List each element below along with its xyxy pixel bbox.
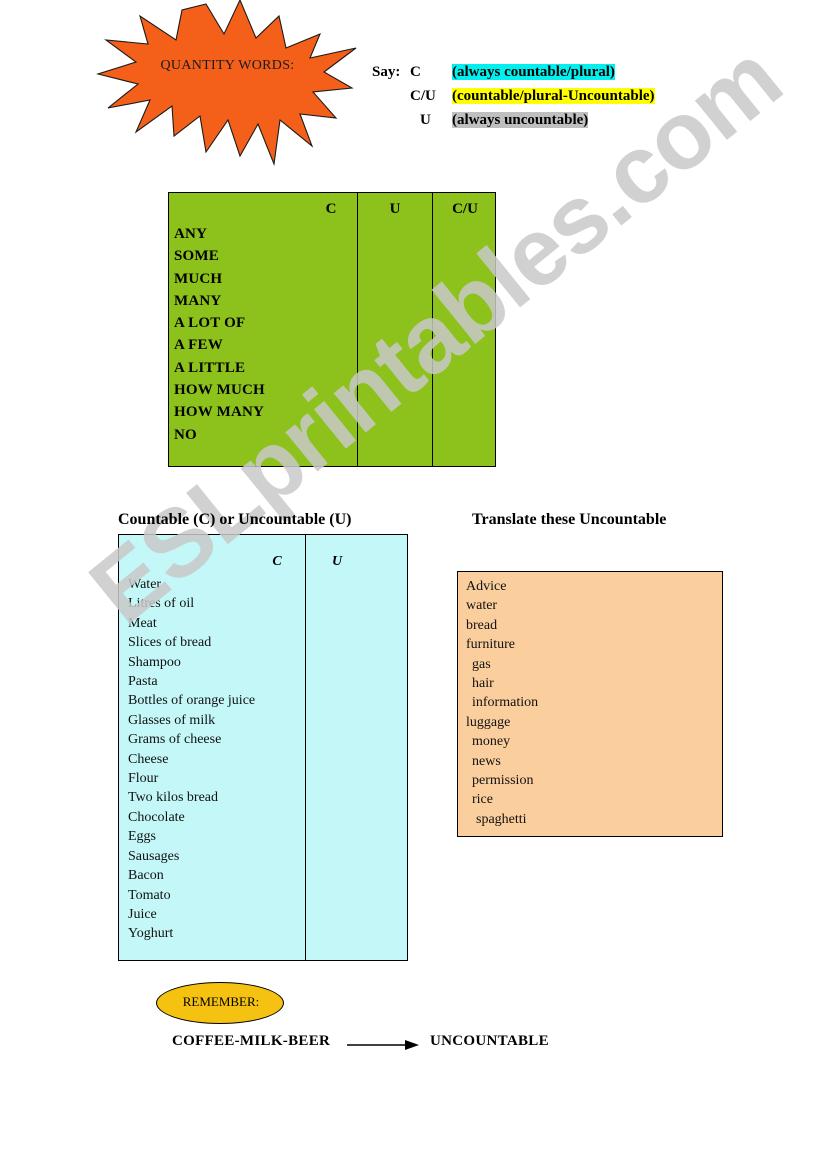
list-item[interactable]: Shampoo bbox=[128, 653, 255, 672]
list-item[interactable]: Advice bbox=[466, 577, 538, 596]
list-item[interactable]: Slices of bread bbox=[128, 633, 255, 652]
column-divider bbox=[357, 193, 358, 466]
list-item[interactable]: permission bbox=[466, 771, 538, 790]
legend-code-c: C bbox=[410, 64, 421, 80]
list-item[interactable]: Yoghurt bbox=[128, 924, 255, 943]
list-item[interactable]: furniture bbox=[466, 635, 538, 654]
quantity-word-item[interactable]: A LOT OF bbox=[174, 312, 265, 334]
legend-desc-c: (always countable/plural) bbox=[452, 64, 615, 80]
starburst-shape-icon bbox=[95, 0, 357, 167]
list-item[interactable]: Grams of cheese bbox=[128, 730, 255, 749]
list-item[interactable]: Litres of oil bbox=[128, 594, 255, 613]
column-divider bbox=[432, 193, 433, 466]
remember-badge: REMEMBER: bbox=[156, 982, 284, 1024]
list-item[interactable]: Chocolate bbox=[128, 808, 255, 827]
list-item[interactable]: water bbox=[466, 596, 538, 615]
legend-row: C/U (countable/plural-Uncountable) bbox=[372, 84, 655, 108]
list-item[interactable]: Flour bbox=[128, 769, 255, 788]
quantity-word-item[interactable]: HOW MUCH bbox=[174, 379, 265, 401]
list-item[interactable]: Sausages bbox=[128, 847, 255, 866]
countable-item-list: Water Litres of oil Meat Slices of bread… bbox=[128, 575, 255, 944]
quantity-word-list: ANY SOME MUCH MANY A LOT OF A FEW A LITT… bbox=[174, 223, 265, 446]
legend-row: Say: C (always countable/plural) bbox=[372, 60, 655, 84]
list-item[interactable]: Water bbox=[128, 575, 255, 594]
translate-section-heading: Translate these Uncountable bbox=[472, 511, 667, 528]
list-item[interactable]: Two kilos bread bbox=[128, 788, 255, 807]
list-item[interactable]: rice bbox=[466, 790, 538, 809]
quantity-table-header-u: U bbox=[389, 201, 401, 217]
quantity-word-item[interactable]: MANY bbox=[174, 290, 265, 312]
list-item[interactable]: spaghetti bbox=[466, 810, 538, 829]
quantity-word-item[interactable]: SOME bbox=[174, 245, 265, 267]
uncountable-item-list: Advice water bread furniture gas hair in… bbox=[466, 577, 538, 829]
quantity-table-header-cu: C/U bbox=[452, 201, 478, 217]
list-item[interactable]: Meat bbox=[128, 614, 255, 633]
list-item[interactable]: Cheese bbox=[128, 750, 255, 769]
quantity-table-header-c: C bbox=[325, 201, 337, 217]
countable-table-header-u: U bbox=[331, 554, 343, 569]
legend-code-cu: C/U bbox=[410, 88, 436, 104]
remember-badge-label: REMEMBER: bbox=[182, 994, 260, 1009]
list-item[interactable]: luggage bbox=[466, 713, 538, 732]
starburst-label: QUANTITY WORDS: bbox=[160, 58, 295, 73]
list-item[interactable]: news bbox=[466, 752, 538, 771]
legend-say-label: Say: bbox=[372, 64, 401, 80]
legend-key: Say: C (always countable/plural) C/U (count… bbox=[372, 60, 655, 132]
quantity-word-item[interactable]: NO bbox=[174, 424, 265, 446]
list-item[interactable]: hair bbox=[466, 674, 538, 693]
list-item[interactable]: bread bbox=[466, 616, 538, 635]
countable-uncountable-table: C U Water Litres of oil Meat Slices of b… bbox=[118, 534, 408, 961]
list-item[interactable]: Bacon bbox=[128, 866, 255, 885]
column-divider bbox=[305, 535, 306, 960]
quantity-word-item[interactable]: MUCH bbox=[174, 268, 265, 290]
quantity-words-table: C U C/U ANY SOME MUCH MANY A LOT OF A FE… bbox=[168, 192, 496, 467]
legend-code-u: U bbox=[420, 112, 431, 128]
quantity-word-item[interactable]: ANY bbox=[174, 223, 265, 245]
list-item[interactable]: Juice bbox=[128, 905, 255, 924]
list-item[interactable]: Tomato bbox=[128, 886, 255, 905]
uncountable-result-text: UNCOUNTABLE bbox=[430, 1033, 549, 1049]
coffee-milk-beer-text: COFFEE-MILK-BEER bbox=[172, 1033, 331, 1049]
list-item[interactable]: Bottles of orange juice bbox=[128, 691, 255, 710]
list-item[interactable]: money bbox=[466, 732, 538, 751]
quantity-words-starburst: QUANTITY WORDS: bbox=[88, 0, 358, 168]
translate-uncountable-box: Advice water bread furniture gas hair in… bbox=[457, 571, 723, 837]
legend-desc-cu: (countable/plural-Uncountable) bbox=[452, 88, 655, 104]
remember-rule-row: COFFEE-MILK-BEER UNCOUNTABLE bbox=[172, 1033, 592, 1059]
list-item[interactable]: gas bbox=[466, 655, 538, 674]
quantity-word-item[interactable]: A LITTLE bbox=[174, 357, 265, 379]
countable-table-header-c: C bbox=[272, 554, 282, 569]
quantity-word-item[interactable]: A FEW bbox=[174, 334, 265, 356]
list-item[interactable]: Pasta bbox=[128, 672, 255, 691]
arrow-right-icon bbox=[347, 1040, 419, 1050]
worksheet-page: QUANTITY WORDS: Say: C (always countable/p… bbox=[0, 0, 826, 1169]
quantity-word-item[interactable]: HOW MANY bbox=[174, 401, 265, 423]
list-item[interactable]: Eggs bbox=[128, 827, 255, 846]
legend-row: U (always uncountable) bbox=[372, 108, 655, 132]
legend-desc-u: (always uncountable) bbox=[452, 112, 589, 128]
list-item[interactable]: information bbox=[466, 693, 538, 712]
countable-section-heading: Countable (C) or Uncountable (U) bbox=[118, 511, 352, 528]
list-item[interactable]: Glasses of milk bbox=[128, 711, 255, 730]
